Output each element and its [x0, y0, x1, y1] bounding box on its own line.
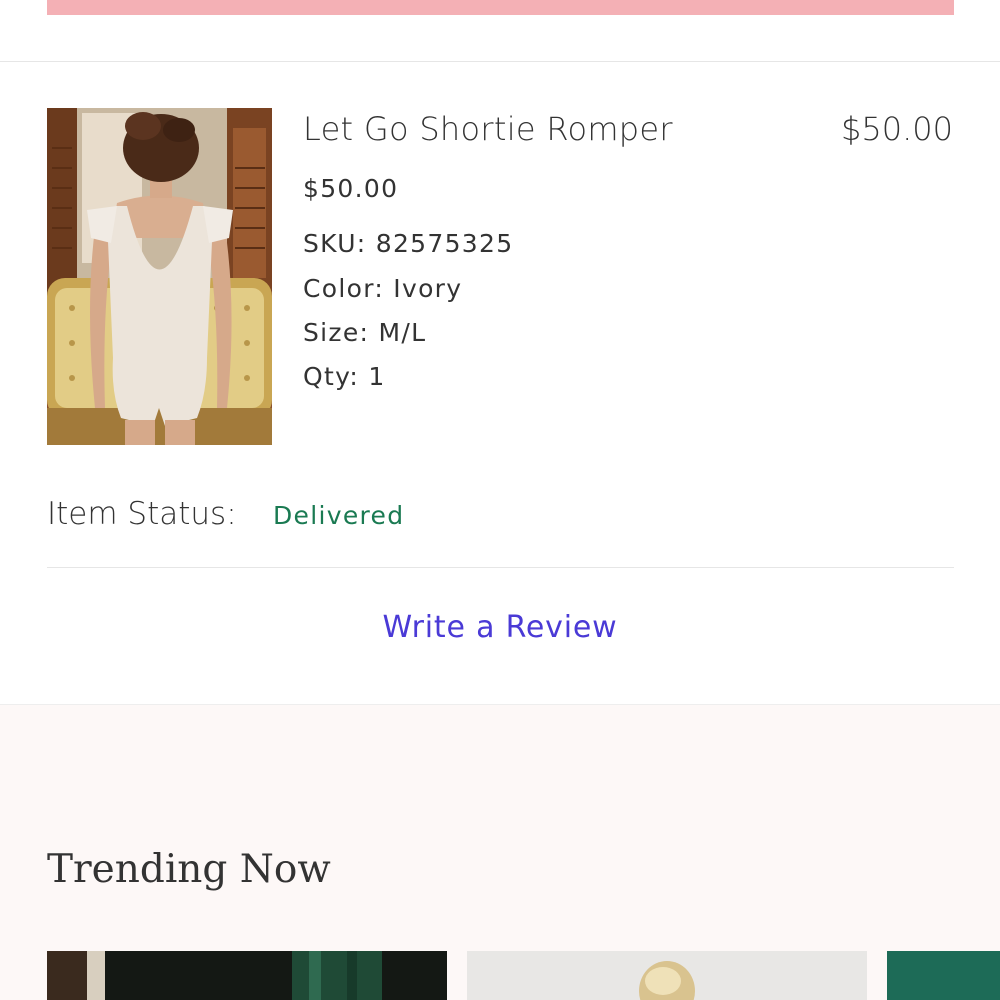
product-image[interactable] [47, 108, 272, 445]
item-status-value: Delivered [273, 501, 405, 530]
trending-product-card[interactable] [887, 951, 1000, 1000]
trending-title: Trending Now [47, 847, 331, 892]
trending-product-image [467, 951, 867, 1000]
top-banner [47, 0, 954, 15]
divider [47, 567, 954, 568]
trending-product-card[interactable] [47, 951, 447, 1000]
order-detail-page: Let Go Shortie Romper $50.00 $50.00 SKU:… [0, 0, 1000, 1000]
trending-section: Trending Now [0, 704, 1000, 1000]
trending-product-image [887, 951, 1000, 1000]
product-total-price: $50.00 [841, 110, 953, 148]
divider [0, 61, 1000, 62]
product-color: Color: Ivory [303, 274, 463, 303]
trending-product-image [47, 951, 447, 1000]
write-review-link[interactable]: Write a Review [0, 610, 1000, 645]
product-unit-price: $50.00 [303, 174, 399, 203]
item-status-label: Item Status: [47, 496, 237, 532]
product-size: Size: M/L [303, 318, 427, 347]
product-sku: SKU: 82575325 [303, 229, 514, 258]
product-name[interactable]: Let Go Shortie Romper [303, 110, 673, 148]
trending-product-card[interactable] [467, 951, 867, 1000]
product-quantity: Qty: 1 [303, 362, 386, 391]
